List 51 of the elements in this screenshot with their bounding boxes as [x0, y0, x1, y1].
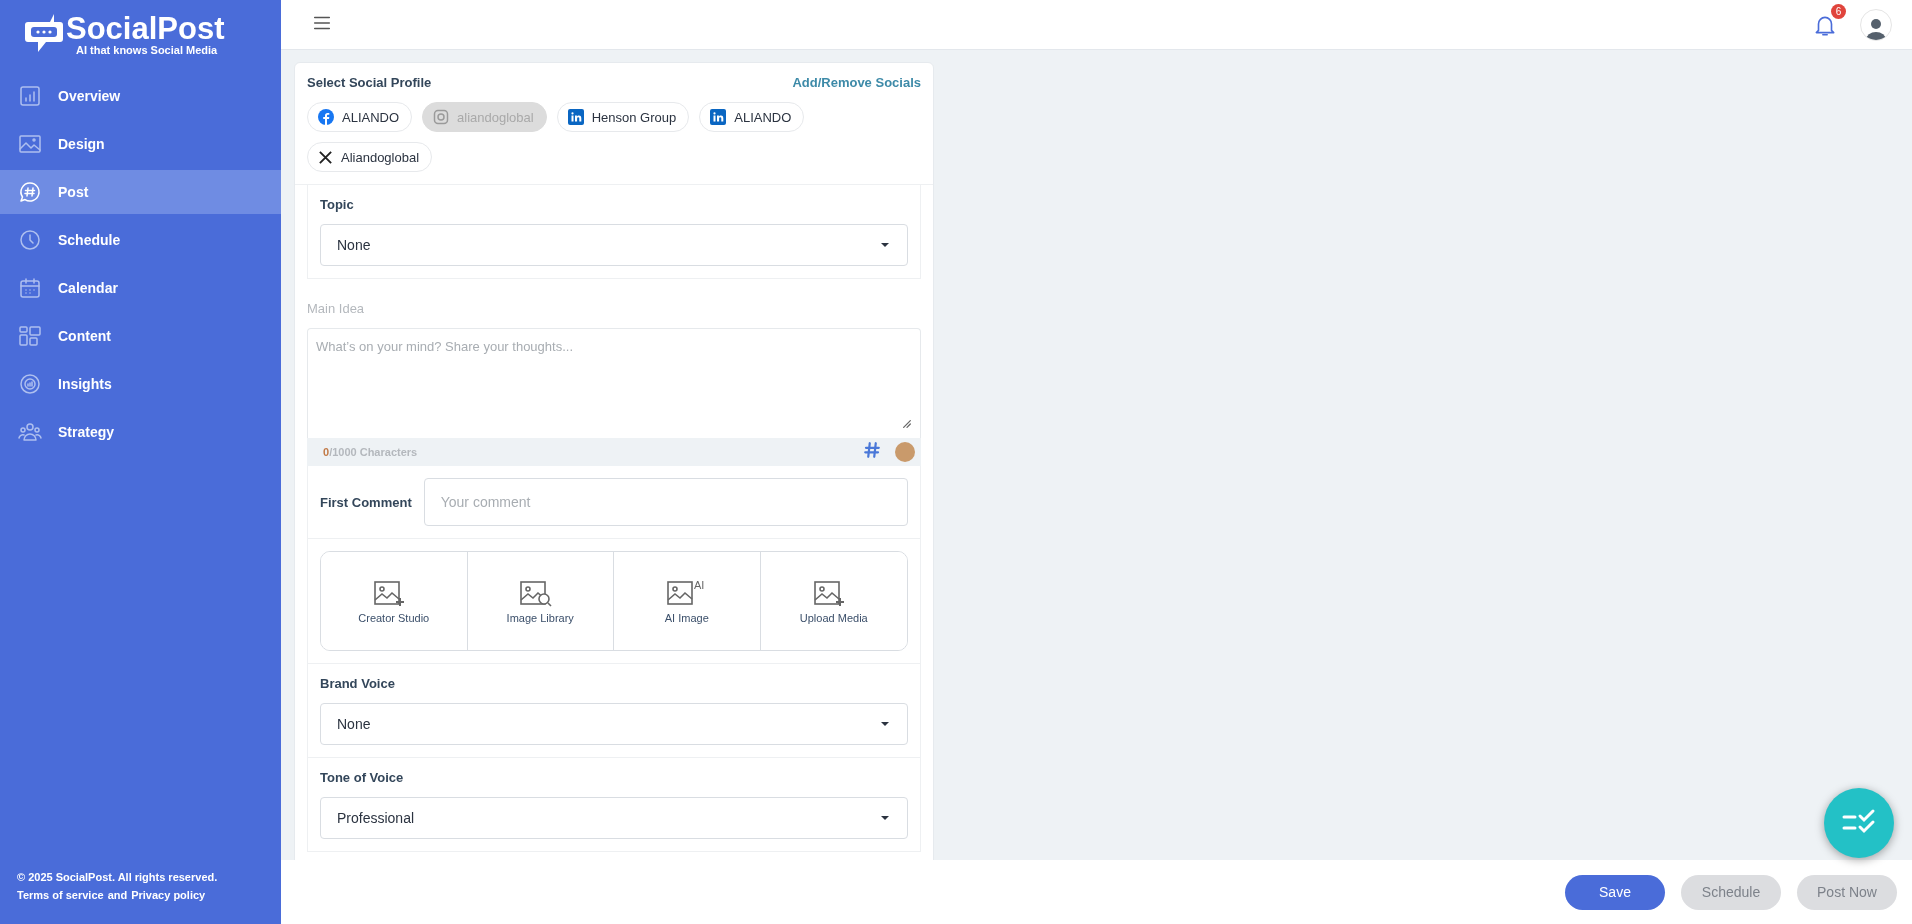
user-avatar[interactable] [1860, 8, 1892, 41]
people-icon [18, 420, 42, 444]
sidebar-item[interactable]: Schedule [0, 218, 281, 262]
copyright-text: © 2025 SocialPost. All rights reserved. [17, 870, 219, 885]
layout-blocks-icon [18, 324, 42, 348]
checklist-fab[interactable] [1824, 788, 1894, 858]
character-counter: 0/1000 Characters [323, 446, 419, 458]
clock-icon [18, 228, 42, 252]
topic-dropdown[interactable]: None [320, 224, 908, 266]
calendar-icon [18, 276, 42, 300]
x-logo-icon [318, 149, 333, 165]
profile-chip[interactable]: ALIANDO [699, 102, 805, 132]
sidebar-item[interactable]: Design [0, 122, 281, 166]
tone-of-voice-dropdown[interactable]: Professional [320, 797, 908, 839]
footer-link[interactable]: Privacy policy [131, 886, 206, 904]
brand-voice-dropdown[interactable]: None [320, 703, 908, 745]
hashtag-bubble-icon [18, 180, 42, 204]
instagram-icon [433, 109, 450, 125]
action-button[interactable]: Save [1565, 874, 1665, 910]
field-label: Brand Voice [320, 676, 396, 691]
profile-chip[interactable]: Aliandoglobal [307, 142, 433, 172]
footer-text: and [107, 888, 128, 903]
notification-badge: 6 [1831, 3, 1846, 19]
comment-input[interactable]: Your comment [423, 478, 908, 526]
field-label: First Comment [320, 494, 412, 510]
section-title: Select Social Profile [307, 75, 432, 90]
profile-chip[interactable]: ALIANDO [307, 102, 413, 132]
media-option[interactable]: Creator Studio [321, 552, 468, 650]
linkedin-icon [710, 109, 727, 125]
sidebar-item[interactable]: Calendar [0, 266, 281, 310]
field-label: Main Idea [307, 301, 366, 316]
bar-chart-icon [18, 84, 42, 108]
brand-name: SocialPost [66, 12, 225, 44]
hashtag-icon [863, 441, 881, 459]
add-remove-socials-link[interactable]: Add/Remove Socials [792, 75, 921, 90]
facebook-icon [318, 109, 334, 125]
field-label: Topic [320, 197, 355, 212]
emoji-icon[interactable] [895, 442, 915, 462]
linkedin-icon [567, 109, 584, 125]
sidebar-item[interactable]: Post [0, 170, 281, 214]
radar-chart-icon [18, 372, 42, 396]
footer-link[interactable]: Terms of service [17, 886, 104, 904]
resize-grip-icon [902, 419, 912, 429]
image-icon [18, 132, 42, 156]
sidebar-item[interactable]: Content [0, 314, 281, 358]
profile-chip[interactable]: Henson Group [556, 102, 690, 132]
sidebar-item[interactable]: Insights [0, 362, 281, 406]
brand-tagline: AI that knows Social Media [76, 43, 219, 56]
sidebar-item[interactable]: Strategy [0, 410, 281, 454]
field-label: Tone of Voice [320, 770, 405, 785]
sidebar-item[interactable]: Overview [0, 74, 281, 118]
